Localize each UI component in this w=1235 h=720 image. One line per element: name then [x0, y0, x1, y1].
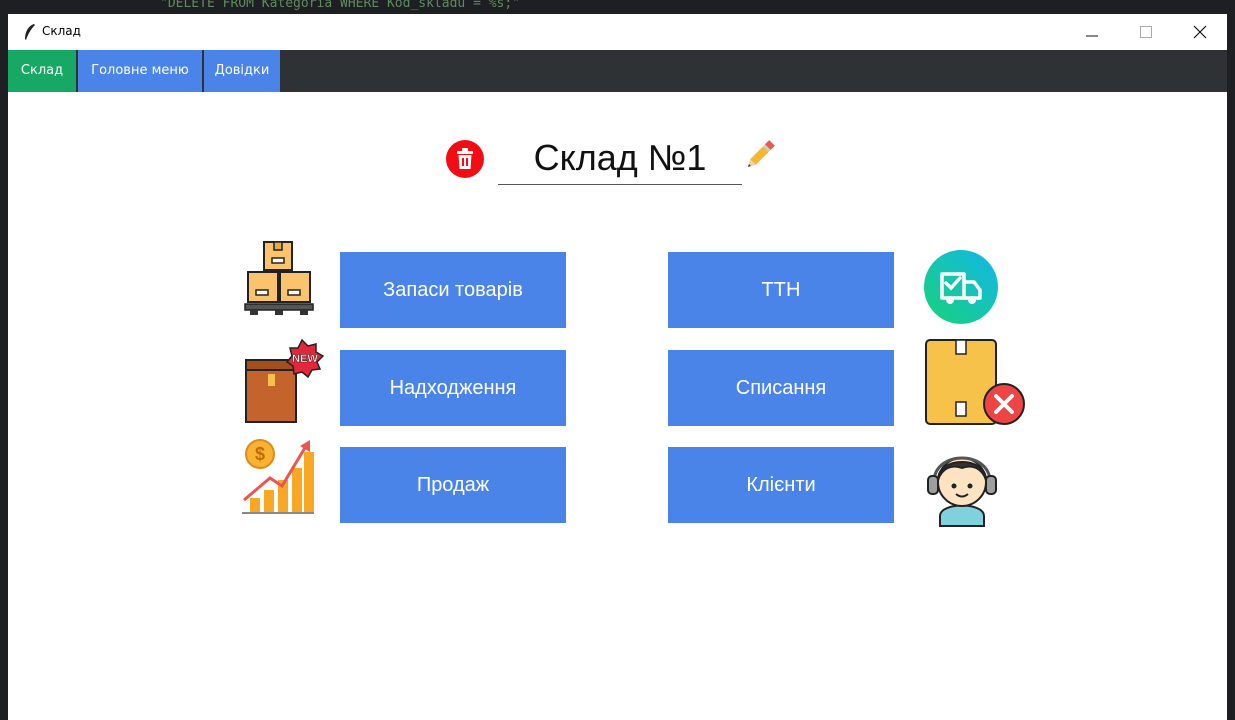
warehouse-name[interactable]: Склад №1 — [498, 132, 742, 185]
close-button[interactable] — [1174, 14, 1226, 50]
box-cancel-icon — [925, 339, 1025, 425]
app-window: Склад Склад Головне меню Довідки Склад №… — [8, 14, 1227, 720]
title-bar[interactable]: Склад — [8, 14, 1227, 50]
stock-button[interactable]: Запаси товарів — [340, 252, 566, 328]
clients-button[interactable]: Клієнти — [668, 447, 894, 523]
minimize-icon — [1086, 35, 1098, 37]
sales-growth-icon: $ — [242, 439, 314, 514]
maximize-button[interactable] — [1120, 14, 1172, 50]
trash-icon[interactable] — [446, 140, 484, 178]
window-title: Склад — [42, 24, 81, 38]
tab-warehouse[interactable]: Склад — [8, 50, 76, 92]
maximize-icon — [1140, 26, 1152, 38]
tab-references[interactable]: Довідки — [204, 50, 280, 92]
new-badge-text: NEW — [292, 353, 318, 365]
boxes-on-pallet-icon — [244, 241, 314, 315]
new-box-icon: NEW — [245, 338, 324, 423]
minimize-button[interactable] — [1066, 14, 1118, 50]
delivery-truck-check-icon — [924, 250, 998, 324]
pencil-icon[interactable] — [744, 138, 776, 172]
feather-icon — [25, 24, 35, 40]
income-button[interactable]: Надходження — [340, 350, 566, 426]
menu-bar: Склад Головне меню Довідки — [8, 50, 1227, 92]
writeoff-button[interactable]: Списання — [668, 350, 894, 426]
background-editor-code: "DELETE FROM Kategoria WHERE Kod_skladu … — [160, 0, 521, 11]
close-icon — [1193, 25, 1207, 39]
tab-main-menu[interactable]: Головне меню — [78, 50, 202, 92]
svg-text:$: $ — [255, 444, 265, 464]
main-content: Склад №1 Запаси товарів ТТН NEW Надходже… — [8, 92, 1227, 720]
customer-support-icon — [927, 456, 997, 527]
ttn-button[interactable]: ТТН — [668, 252, 894, 328]
sales-button[interactable]: Продаж — [340, 447, 566, 523]
